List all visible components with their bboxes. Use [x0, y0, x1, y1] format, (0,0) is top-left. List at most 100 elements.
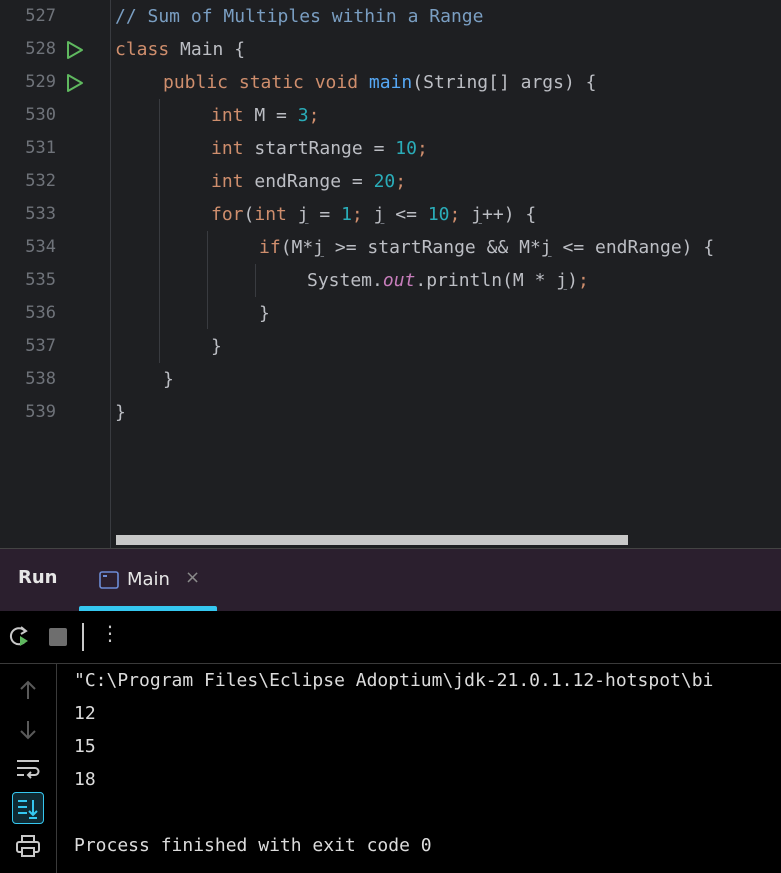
indent-guide: [207, 231, 208, 329]
code-token: j: [373, 204, 385, 225]
rerun-icon[interactable]: [8, 625, 32, 653]
console-line: Process finished with exit code 0: [74, 835, 432, 856]
run-toolbar: ⋮: [0, 611, 781, 664]
code-line: }: [163, 363, 174, 396]
line-number: 532: [25, 171, 56, 191]
toolbar-separator: [82, 623, 84, 651]
code-token: 10: [427, 204, 450, 225]
code-token: int: [254, 204, 298, 225]
code-token: endRange =: [254, 171, 374, 192]
arrow-down-icon[interactable]: [17, 718, 39, 746]
code-token: ++) {: [482, 204, 537, 225]
code-token: ): [567, 270, 578, 291]
code-token: public static void: [163, 72, 369, 93]
code-token: <=: [384, 204, 428, 225]
code-token: out: [382, 270, 416, 291]
soft-wrap-icon[interactable]: [15, 758, 41, 784]
code-line: if(M*j >= startRange && M*j <= endRange)…: [259, 231, 714, 264]
line-number: 527: [25, 6, 56, 26]
line-number: 530: [25, 105, 56, 125]
code-token: System.: [307, 270, 383, 291]
code-editor[interactable]: 527 // Sum of Multiples within a Range 528…: [0, 0, 781, 548]
code-token: Main {: [180, 39, 246, 60]
code-token: main: [368, 72, 413, 93]
console-line: 12: [74, 703, 96, 724]
console-line: "C:\Program Files\Eclipse Adoptium\jdk-2…: [74, 670, 714, 691]
indent-guide: [159, 99, 160, 363]
code-token: ;: [395, 171, 407, 192]
code-token: j: [556, 270, 568, 291]
code-line: System.out.println(M * j);: [307, 264, 589, 297]
code-token: int: [211, 171, 255, 192]
line-number: 529: [25, 72, 56, 92]
code-token: M =: [254, 105, 298, 126]
code-token: }: [259, 303, 270, 324]
code-token: startRange =: [254, 138, 396, 159]
tab-main[interactable]: Main ×: [79, 549, 217, 611]
indent-guide: [255, 264, 256, 297]
code-token: j: [540, 237, 552, 258]
code-token: ;: [449, 204, 472, 225]
code-token: ;: [351, 204, 374, 225]
code-token: j: [313, 237, 325, 258]
line-number: 533: [25, 204, 56, 224]
code-line: for(int j = 1; j <= 10; j++) {: [211, 198, 536, 231]
gutter-separator: [110, 0, 111, 548]
code-token: ;: [416, 138, 428, 159]
print-icon[interactable]: [15, 834, 41, 862]
code-token: 20: [373, 171, 396, 192]
close-icon[interactable]: ×: [185, 567, 200, 588]
code-line: // Sum of Multiples within a Range: [115, 0, 483, 33]
code-token: <= endRange) {: [551, 237, 715, 258]
run-gutter-icon[interactable]: [66, 33, 84, 66]
scroll-to-end-icon[interactable]: [12, 792, 44, 824]
run-panel-title: Run: [18, 567, 58, 588]
console-window-icon: [99, 571, 119, 593]
line-number: 537: [25, 336, 56, 356]
code-token: }: [211, 336, 222, 357]
code-token: for: [211, 204, 244, 225]
tab-main-label: Main: [127, 569, 170, 590]
console-line: 18: [74, 769, 96, 790]
code-token: }: [163, 369, 174, 390]
run-gutter-icon[interactable]: [66, 66, 84, 99]
code-token: }: [115, 402, 126, 423]
line-number: 536: [25, 303, 56, 323]
code-token: >= startRange && M*: [324, 237, 541, 258]
code-token: ;: [577, 270, 589, 291]
code-line: }: [115, 396, 126, 429]
code-line: int M = 3;: [211, 99, 319, 132]
code-token: (: [243, 204, 255, 225]
arrow-up-icon[interactable]: [17, 678, 39, 706]
stop-icon[interactable]: [48, 627, 68, 651]
code-line: public static void main(String[] args) {: [163, 66, 597, 99]
code-token: =: [308, 204, 342, 225]
code-token: int: [211, 138, 255, 159]
horizontal-scrollbar[interactable]: [116, 535, 628, 545]
more-options-icon[interactable]: ⋮: [100, 621, 120, 645]
code-token: .println(M *: [415, 270, 557, 291]
code-line: int endRange = 20;: [211, 165, 406, 198]
code-token: ;: [308, 105, 320, 126]
line-number: 528: [25, 39, 56, 59]
code-token: (String[] args) {: [412, 72, 597, 93]
code-token: j: [471, 204, 483, 225]
code-token: 1: [341, 204, 352, 225]
console-side-toolbar: [0, 664, 57, 873]
line-number: 535: [25, 270, 56, 290]
line-number: 534: [25, 237, 56, 257]
console-output[interactable]: "C:\Program Files\Eclipse Adoptium\jdk-2…: [0, 664, 781, 873]
code-token: class: [115, 39, 181, 60]
code-token: int: [211, 105, 255, 126]
code-token: 10: [395, 138, 417, 159]
code-token: j: [297, 204, 309, 225]
code-line: int startRange = 10;: [211, 132, 428, 165]
code-token: (M*: [280, 237, 314, 258]
line-number: 539: [25, 402, 56, 422]
code-line: }: [211, 330, 222, 363]
line-number: 538: [25, 369, 56, 389]
code-line: }: [259, 297, 270, 330]
code-token: // Sum of Multiples within a Range: [115, 6, 484, 27]
code-token: if: [259, 237, 281, 258]
code-token: 3: [297, 105, 309, 126]
